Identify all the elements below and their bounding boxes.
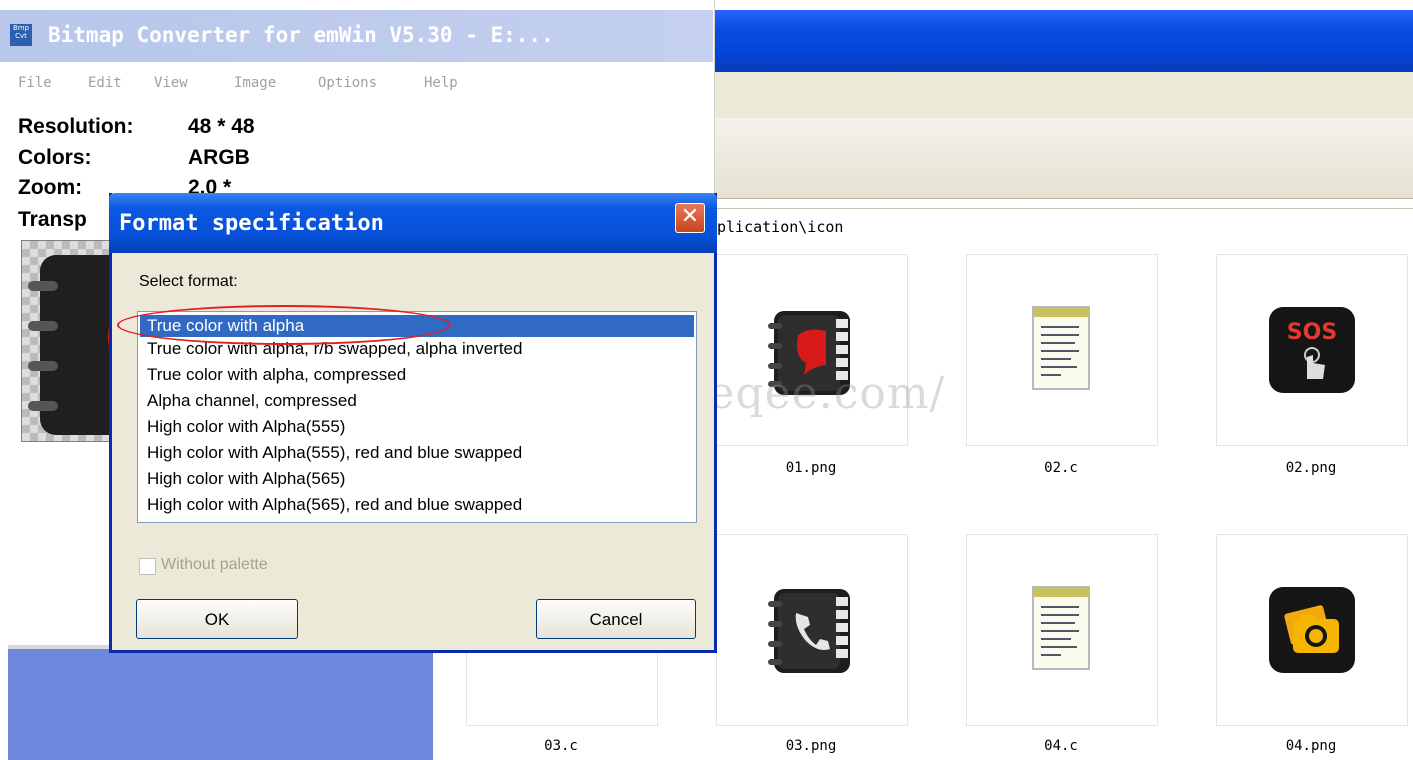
- svg-text:SOS: SOS: [1287, 320, 1337, 345]
- file-thumbnail-04-c[interactable]: [966, 534, 1158, 726]
- file-label[interactable]: 02.png: [1216, 460, 1406, 476]
- format-option[interactable]: High color with Alpha(565), red and blue…: [140, 494, 694, 516]
- file-label[interactable]: 03.png: [716, 738, 906, 754]
- format-option[interactable]: High color with Alpha(555): [140, 416, 694, 438]
- file-thumbnail-02-png[interactable]: SOS: [1216, 254, 1408, 446]
- explorer-titlebar: [713, 10, 1413, 72]
- explorer-toolbar: [713, 118, 1413, 199]
- format-option[interactable]: High color with Alpha(555), red and blue…: [140, 442, 694, 464]
- close-icon: ✕: [680, 204, 700, 229]
- without-palette-label: Without palette: [161, 556, 268, 573]
- menu-edit[interactable]: Edit: [88, 75, 122, 91]
- text-document-icon: [1027, 583, 1097, 678]
- file-thumbnail-04-png[interactable]: [1216, 534, 1408, 726]
- preview-notebook-icon: [28, 255, 122, 435]
- menu-options[interactable]: Options: [318, 75, 377, 91]
- file-label[interactable]: 02.c: [966, 460, 1156, 476]
- format-option[interactable]: High color with Alpha(565): [140, 468, 694, 490]
- camera-icon: [1267, 585, 1357, 680]
- resolution-value: 48 * 48: [188, 115, 255, 138]
- annotation-highlight: [117, 305, 451, 345]
- image-preview: [21, 240, 123, 442]
- menubar: File Edit View Image Options Help: [0, 62, 713, 102]
- address-bar[interactable]: plication\icon: [713, 208, 1413, 245]
- file-thumbnail-03-png[interactable]: [716, 534, 908, 726]
- close-button[interactable]: ✕: [675, 203, 705, 233]
- explorer-menubar: [713, 72, 1413, 118]
- app-icon[interactable]: Bmp Cvt: [10, 24, 32, 46]
- sos-touch-icon: SOS: [1267, 305, 1357, 400]
- file-label[interactable]: 04.c: [966, 738, 1156, 754]
- file-label[interactable]: 01.png: [716, 460, 906, 476]
- format-option[interactable]: Alpha channel, compressed: [140, 390, 694, 412]
- task-panel: [8, 645, 433, 760]
- file-label[interactable]: 03.c: [466, 738, 656, 754]
- dialog-titlebar[interactable]: Format specification ✕: [109, 193, 717, 253]
- transparency-label: Transp: [18, 208, 87, 231]
- bitmap-converter-titlebar[interactable]: Bmp Cvt Bitmap Converter for emWin V5.30…: [0, 10, 713, 62]
- address-path: plication\icon: [717, 218, 844, 236]
- checkbox-box[interactable]: [139, 558, 156, 575]
- ok-button[interactable]: OK: [136, 599, 298, 639]
- dialog-title: Format specification: [119, 211, 384, 236]
- file-thumbnail-02-c[interactable]: [966, 254, 1158, 446]
- resolution-label: Resolution:: [18, 115, 134, 138]
- format-specification-dialog: Format specification ✕ Select format: Tr…: [109, 193, 717, 653]
- menu-file[interactable]: File: [18, 75, 52, 91]
- window-title: Bitmap Converter for emWin V5.30 - E:...: [48, 23, 554, 47]
- menu-view[interactable]: View: [154, 75, 188, 91]
- format-option[interactable]: True color with alpha, compressed: [140, 364, 694, 386]
- colors-value: ARGB: [188, 146, 250, 169]
- menu-image[interactable]: Image: [234, 75, 276, 91]
- phonebook-icon: [764, 583, 860, 684]
- file-label[interactable]: 04.png: [1216, 738, 1406, 754]
- text-document-icon: [1027, 303, 1097, 398]
- zoom-label: Zoom:: [18, 176, 83, 199]
- cancel-button[interactable]: Cancel: [536, 599, 696, 639]
- colors-label: Colors:: [18, 146, 92, 169]
- menu-help[interactable]: Help: [424, 75, 458, 91]
- select-format-label: Select format:: [139, 273, 238, 290]
